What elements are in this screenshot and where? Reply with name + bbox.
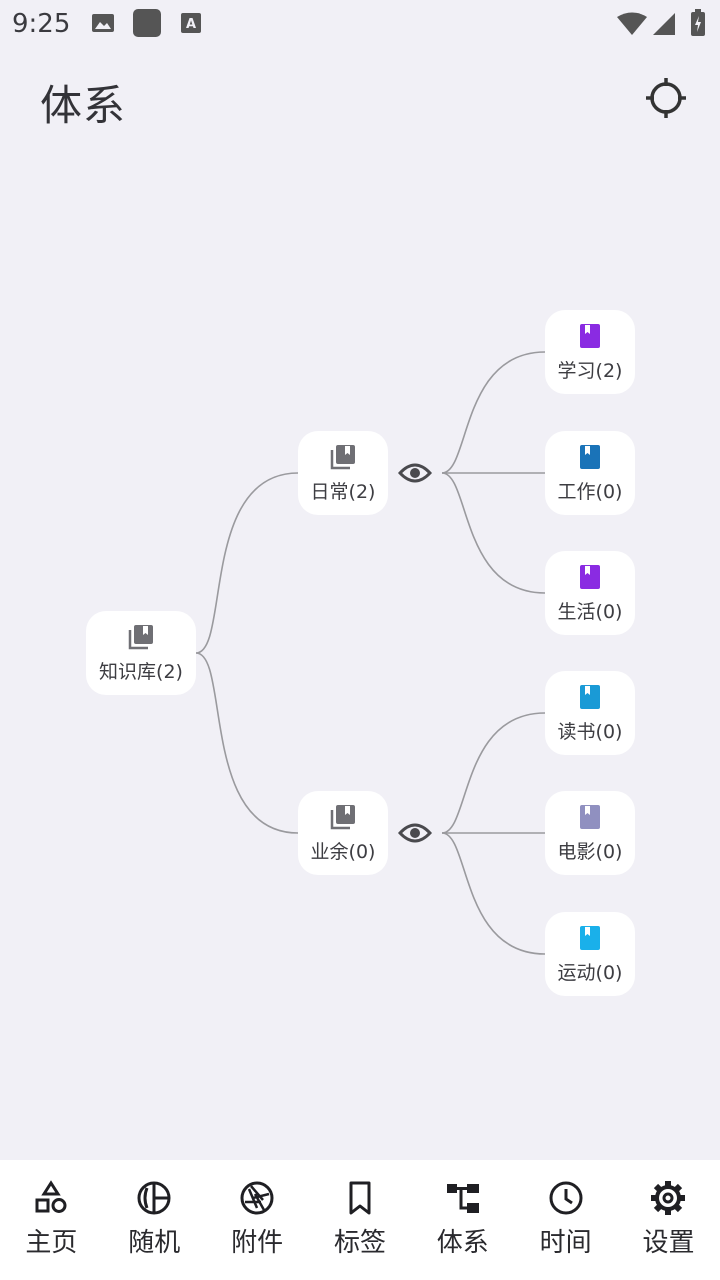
- gear-icon: [651, 1181, 686, 1215]
- nav-label: 随机: [128, 1228, 181, 1258]
- nav-item-time[interactable]: 时间: [514, 1160, 617, 1280]
- shapes-icon: [35, 1180, 67, 1213]
- nav-item-home[interactable]: 主页: [0, 1160, 103, 1280]
- eye-icon: [398, 823, 432, 843]
- library-icon: [330, 444, 355, 469]
- nav-item-settings[interactable]: 设置: [617, 1160, 720, 1280]
- node-label: 工作(0): [557, 480, 623, 503]
- mindmap-leaf-node[interactable]: 学习(2): [545, 310, 635, 394]
- nav-label: 主页: [25, 1228, 78, 1258]
- library-icon: [128, 624, 153, 649]
- book-icon: [580, 925, 600, 950]
- node-label: 学习(2): [557, 359, 623, 382]
- node-label: 业余(0): [310, 840, 376, 863]
- nav-label: 标签: [333, 1228, 386, 1258]
- book-icon: [580, 804, 600, 829]
- clock-icon: [549, 1181, 583, 1215]
- mindmap-group-node[interactable]: 日常(2): [298, 431, 388, 515]
- book-icon: [580, 564, 600, 589]
- mindmap-canvas[interactable]: 知识库(2) 日常(2) 业余(0) 学习(2) 工作(0) 生活(0) 读书(…: [0, 0, 720, 1160]
- mindmap-leaf-node[interactable]: 生活(0): [545, 551, 635, 635]
- eye-icon: [398, 463, 432, 483]
- book-icon: [580, 444, 600, 469]
- toggle-visibility-button[interactable]: [395, 818, 435, 848]
- node-label: 生活(0): [557, 600, 623, 623]
- nav-item-hierarchy[interactable]: 体系: [411, 1160, 514, 1280]
- mindmap-group-node[interactable]: 业余(0): [298, 791, 388, 875]
- bookmark-icon: [349, 1181, 371, 1215]
- mindmap-leaf-node[interactable]: 运动(0): [545, 912, 635, 996]
- mindmap-leaf-node[interactable]: 读书(0): [545, 671, 635, 755]
- nav-label: 设置: [642, 1228, 695, 1258]
- mindmap-leaf-node[interactable]: 电影(0): [545, 791, 635, 875]
- nav-item-random[interactable]: 随机: [103, 1160, 206, 1280]
- app-screen: { "status_bar": { "time": "9:25" }, "hea…: [0, 0, 720, 1280]
- library-icon: [330, 804, 355, 829]
- book-icon: [580, 323, 600, 348]
- node-label: 电影(0): [557, 840, 623, 863]
- node-label: 读书(0): [557, 720, 623, 743]
- node-label: 运动(0): [557, 961, 623, 984]
- nav-label: 体系: [436, 1228, 489, 1258]
- hierarchy-icon: [446, 1184, 479, 1213]
- mindmap-leaf-node[interactable]: 工作(0): [545, 431, 635, 515]
- nav-label: 时间: [539, 1228, 592, 1258]
- bottom-nav: 主页 随机 附件 标签 体系 时间 设置: [0, 1160, 720, 1280]
- node-label: 知识库(2): [99, 660, 183, 683]
- nav-item-attachments[interactable]: 附件: [206, 1160, 309, 1280]
- toggle-visibility-button[interactable]: [395, 458, 435, 488]
- node-label: 日常(2): [310, 480, 376, 503]
- nav-label: 附件: [231, 1228, 284, 1258]
- random-icon: [137, 1181, 171, 1215]
- book-icon: [580, 684, 600, 709]
- nav-item-tags[interactable]: 标签: [309, 1160, 412, 1280]
- shutter-icon: [240, 1181, 274, 1215]
- mindmap-root-node[interactable]: 知识库(2): [86, 611, 196, 695]
